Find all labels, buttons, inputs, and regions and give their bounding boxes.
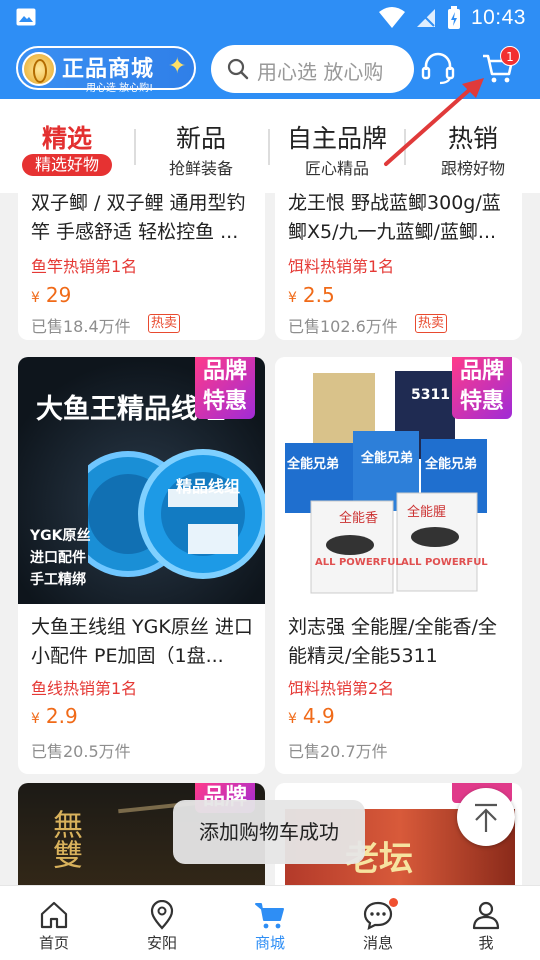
product-title: 龙王恨 野战蓝鲫300g/蓝鲫X5/九一九蓝鲫/蓝鲫... (288, 193, 501, 243)
tab-new[interactable]: 新品 抢鲜装备 (135, 99, 267, 193)
brand-deal-badge: 品牌特惠 (195, 357, 255, 419)
search-placeholder: 用心选 放心购 (257, 60, 384, 84)
product-card[interactable]: 大鱼王精品线组 精品线组 YGK原丝 进口配件 手工精绑 品牌特惠 大鱼王线组 … (18, 357, 265, 774)
hot-badge: 热卖 (415, 314, 448, 333)
tab-subtitle: 精选好物 (22, 154, 112, 176)
image-brand-text: 無雙 (47, 809, 82, 869)
brand-deal-label: 品牌特惠 (202, 359, 247, 414)
price-value: 2.9 (45, 704, 78, 728)
nav-label: 消息 (362, 934, 393, 952)
price-value: 2.5 (302, 283, 335, 307)
home-icon (40, 901, 68, 929)
currency-symbol: ¥ (31, 711, 40, 727)
unread-dot (389, 898, 398, 907)
package-label: 全能香 (339, 511, 379, 526)
nav-label: 我 (478, 934, 494, 952)
product-rank: 饵料热销第1名 (288, 257, 395, 276)
hot-badge: 热卖 (148, 314, 181, 333)
status-bar: 10:43 (0, 0, 540, 36)
logo-subtitle: 用心选 放心购! (86, 83, 154, 94)
product-price: ¥29 (31, 283, 71, 307)
toast-message: 添加购物车成功 (173, 800, 365, 864)
product-price: ¥4.9 (288, 704, 335, 728)
product-card[interactable]: 全能兄弟 全能兄弟 全能兄弟 全能香 全能腥 5311 ALL POWERFUL… (275, 357, 522, 774)
product-price: ¥2.5 (288, 283, 335, 307)
location-icon (150, 900, 174, 930)
cart-icon (255, 903, 284, 929)
spool-label: 精品线组 (176, 477, 241, 496)
wifi-icon (378, 7, 405, 28)
brand-deal-badge: 品牌特惠 (452, 357, 512, 419)
nav-me[interactable]: 我 (432, 886, 540, 960)
bottom-nav: 首页 安阳 商城 消息 我 (0, 885, 540, 960)
sold-count: 已售102.6万件 (288, 317, 398, 336)
pointer-arrow (384, 78, 484, 166)
package-label: 5311 (411, 387, 450, 403)
package-label: 全能腥 (407, 505, 447, 520)
tab-title: 精选 (41, 124, 92, 153)
price-value: 4.9 (302, 704, 335, 728)
nav-label: 首页 (38, 934, 69, 952)
product-rank: 饵料热销第2名 (288, 679, 395, 698)
back-to-top-button[interactable] (457, 788, 515, 846)
currency-symbol: ¥ (31, 290, 40, 306)
sparkle-icon: ✦ (168, 54, 187, 79)
package-label: 全能兄弟 (287, 457, 340, 472)
no-signal-icon (416, 9, 435, 27)
image-notification-icon (16, 8, 36, 26)
tab-title: 新品 (175, 124, 226, 153)
currency-symbol: ¥ (288, 290, 297, 306)
nav-label: 安阳 (146, 934, 177, 952)
mall-logo[interactable]: 正品商城 用心选 放心购! ✦ (16, 42, 198, 94)
package-label: ALL POWERFUL (315, 557, 402, 568)
product-feed[interactable]: 双子鲫 / 双子鲤 通用型钓竿 手感舒适 轻松控鱼 ... 鱼竿热销第1名 ¥2… (0, 193, 540, 885)
currency-symbol: ¥ (288, 711, 297, 727)
product-rank: 鱼竿热销第1名 (31, 257, 138, 276)
clock: 10:43 (470, 6, 526, 29)
user-icon (472, 901, 500, 930)
sold-count: 已售20.7万件 (288, 742, 388, 761)
fishing-line-spools-image (88, 449, 265, 579)
price-value: 29 (45, 283, 72, 307)
brand-deal-label: 品牌特惠 (459, 359, 504, 414)
tab-subtitle: 抢鲜装备 (168, 159, 233, 178)
arrow-up-icon (475, 803, 497, 832)
cart-count-badge: 1 (500, 46, 520, 66)
image-bullet: 手工精绑 (30, 572, 86, 588)
system-status: 10:43 (378, 5, 526, 31)
sold-count: 已售18.4万件 (31, 317, 131, 336)
image-bullets: YGK原丝 进口配件 手工精绑 (30, 525, 90, 591)
package-label: 全能兄弟 (361, 451, 414, 466)
sold-count: 已售20.5万件 (31, 742, 131, 761)
tab-featured[interactable]: 精选 精选好物 (0, 99, 134, 193)
nav-mall[interactable]: 商城 (216, 886, 324, 960)
package-label: 全能兄弟 (425, 457, 478, 472)
product-title: 刘志强 全能腥/全能香/全能精灵/全能5311 (288, 616, 497, 667)
product-price: ¥2.9 (31, 704, 78, 728)
product-card[interactable]: 双子鲫 / 双子鲤 通用型钓竿 手感舒适 轻松控鱼 ... 鱼竿热销第1名 ¥2… (18, 193, 265, 340)
nav-label: 商城 (254, 934, 285, 952)
product-title: 大鱼王线组 YGK原丝 进口小配件 PE加固（1盘... (31, 616, 253, 667)
product-card[interactable]: 龙王恨 野战蓝鲫300g/蓝鲫X5/九一九蓝鲫/蓝鲫... 饵料热销第1名 ¥2… (275, 193, 522, 340)
search-icon (227, 58, 249, 80)
product-title: 双子鲫 / 双子鲤 通用型钓竿 手感舒适 轻松控鱼 ... (31, 193, 246, 243)
nav-home[interactable]: 首页 (0, 886, 108, 960)
image-bullet: 进口配件 (30, 550, 86, 566)
image-bullet: YGK原丝 (30, 528, 91, 544)
product-rank: 鱼线热销第1名 (31, 679, 138, 698)
coin-icon (22, 52, 56, 86)
battery-charging-icon (447, 6, 460, 29)
package-label: ALL POWERFUL (401, 557, 488, 568)
nav-messages[interactable]: 消息 (324, 886, 432, 960)
nav-location[interactable]: 安阳 (108, 886, 216, 960)
